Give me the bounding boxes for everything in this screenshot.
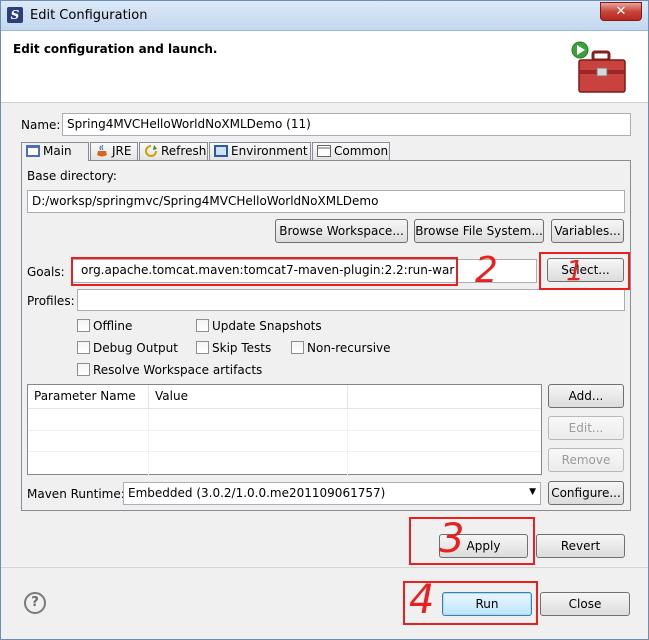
jre-icon bbox=[97, 145, 107, 157]
name-field[interactable]: Spring4MVCHelloWorldNoXMLDemo (11) bbox=[62, 113, 631, 136]
annotation-goals-highlight bbox=[71, 257, 458, 286]
table-row-divider bbox=[28, 451, 541, 452]
skip-tests-label: Skip Tests bbox=[212, 341, 272, 355]
tab-refresh-label: Refresh bbox=[161, 144, 207, 158]
table-column-divider bbox=[347, 409, 348, 475]
checkbox-box[interactable] bbox=[77, 319, 90, 332]
checkbox-box[interactable] bbox=[77, 341, 90, 354]
debug-output-checkbox[interactable]: Debug Output bbox=[77, 341, 178, 355]
tab-common[interactable]: Common bbox=[312, 142, 390, 161]
add-parameter-button[interactable]: Add... bbox=[548, 384, 624, 408]
goals-label: Goals: bbox=[27, 265, 65, 279]
dialog-header: Edit configuration and launch. bbox=[1, 31, 648, 103]
configure-runtime-button[interactable]: Configure... bbox=[548, 481, 624, 505]
remove-parameter-button[interactable]: Remove bbox=[548, 448, 624, 472]
environment-icon bbox=[214, 145, 228, 157]
common-icon bbox=[317, 145, 331, 157]
update-snapshots-label: Update Snapshots bbox=[212, 319, 322, 333]
help-icon[interactable]: ? bbox=[24, 592, 46, 614]
edit-parameter-button[interactable]: Edit... bbox=[548, 416, 624, 440]
footer-separator bbox=[1, 567, 648, 568]
table-column-divider bbox=[148, 409, 149, 475]
toolbox-launch-icon bbox=[571, 41, 626, 93]
title-bar[interactable]: S Edit Configuration ✕ bbox=[1, 1, 648, 31]
checkbox-box[interactable] bbox=[196, 341, 209, 354]
window-title: Edit Configuration bbox=[30, 8, 148, 23]
profiles-field[interactable] bbox=[77, 289, 625, 311]
annotation-number-3: 3 bbox=[439, 516, 465, 562]
tab-jre-label: JRE bbox=[112, 144, 132, 158]
resolve-workspace-label: Resolve Workspace artifacts bbox=[93, 363, 263, 377]
browse-file-system-button[interactable]: Browse File System... bbox=[414, 219, 544, 243]
name-label: Name: bbox=[21, 118, 61, 132]
tab-main[interactable]: Main bbox=[21, 142, 89, 161]
annotation-number-2: 2 bbox=[475, 250, 498, 291]
parameters-table[interactable]: Parameter Name Value bbox=[27, 384, 542, 475]
tab-refresh[interactable]: Refresh bbox=[139, 142, 208, 161]
debug-output-label: Debug Output bbox=[93, 341, 178, 355]
tab-common-label: Common bbox=[334, 144, 389, 158]
revert-button[interactable]: Revert bbox=[536, 534, 625, 558]
column-header-value[interactable]: Value bbox=[149, 385, 348, 409]
maven-runtime-value: Embedded (3.0.2/1.0.0.me201109061757) bbox=[128, 486, 386, 500]
resolve-workspace-checkbox[interactable]: Resolve Workspace artifacts bbox=[77, 363, 262, 377]
non-recursive-label: Non-recursive bbox=[307, 341, 391, 355]
main-tab-icon bbox=[26, 145, 40, 157]
base-directory-field[interactable]: D:/worksp/springmvc/Spring4MVCHelloWorld… bbox=[27, 190, 625, 213]
skip-tests-checkbox[interactable]: Skip Tests bbox=[196, 341, 271, 355]
browse-workspace-button[interactable]: Browse Workspace... bbox=[275, 219, 408, 243]
column-header-parameter-name[interactable]: Parameter Name bbox=[28, 385, 149, 409]
window-close-button[interactable]: ✕ bbox=[600, 2, 642, 21]
tab-environment[interactable]: Environment bbox=[209, 142, 311, 161]
checkbox-box[interactable] bbox=[77, 363, 90, 376]
eclipse-app-icon: S bbox=[7, 7, 23, 23]
checkbox-box[interactable] bbox=[291, 341, 304, 354]
annotation-number-1: 1 bbox=[566, 254, 584, 287]
offline-checkbox[interactable]: Offline bbox=[77, 319, 132, 333]
maven-runtime-label: Maven Runtime: bbox=[27, 487, 125, 501]
annotation-select-highlight bbox=[539, 252, 630, 290]
tab-environment-label: Environment bbox=[231, 144, 308, 158]
annotation-number-4: 4 bbox=[409, 577, 435, 623]
column-header-empty bbox=[348, 385, 541, 409]
header-title: Edit configuration and launch. bbox=[13, 42, 218, 56]
tab-main-label: Main bbox=[43, 144, 72, 158]
table-row-divider bbox=[28, 430, 541, 431]
non-recursive-checkbox[interactable]: Non-recursive bbox=[291, 341, 391, 355]
edit-configuration-dialog: S Edit Configuration ✕ Edit configuratio… bbox=[0, 0, 649, 640]
base-directory-label: Base directory: bbox=[27, 169, 117, 183]
close-button[interactable]: Close bbox=[540, 592, 630, 616]
profiles-label: Profiles: bbox=[27, 294, 75, 308]
update-snapshots-checkbox[interactable]: Update Snapshots bbox=[196, 319, 322, 333]
annotation-apply-highlight bbox=[409, 517, 535, 565]
variables-button[interactable]: Variables... bbox=[551, 219, 624, 243]
refresh-icon bbox=[145, 145, 157, 157]
offline-label: Offline bbox=[93, 319, 133, 333]
checkbox-box[interactable] bbox=[196, 319, 209, 332]
maven-runtime-select[interactable]: Embedded (3.0.2/1.0.0.me201109061757) ▼ bbox=[123, 482, 541, 505]
dropdown-arrow-icon: ▼ bbox=[529, 487, 536, 497]
tab-jre[interactable]: JRE bbox=[90, 142, 138, 161]
